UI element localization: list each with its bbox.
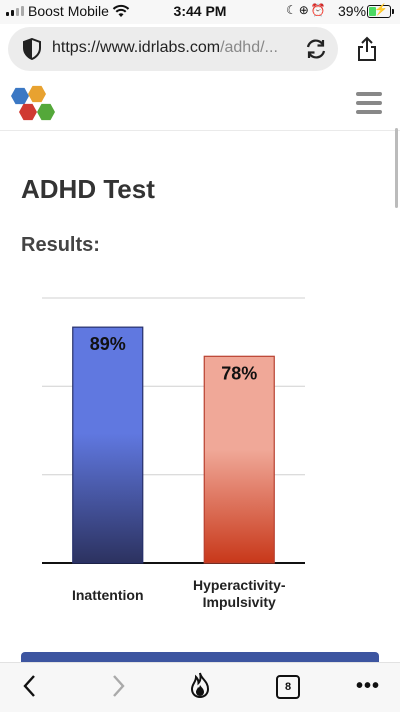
url-host: https://www.idrlabs.com	[52, 39, 221, 56]
bar-value-label: 89%	[90, 334, 126, 354]
flame-icon[interactable]	[188, 671, 212, 699]
results-heading: Results:	[21, 234, 100, 256]
url-path: /adhd/...	[220, 39, 278, 56]
hamburger-menu-icon[interactable]	[356, 92, 382, 119]
page-title: ADHD Test	[21, 174, 155, 204]
results-bar-chart: 89% Inattention 78% Hyperactivity-Impulsivi…	[42, 297, 305, 610]
battery-cap	[392, 9, 394, 14]
more-options-icon[interactable]: •••	[356, 675, 380, 698]
shield-icon[interactable]	[22, 38, 42, 60]
category-label: Inattention	[72, 587, 144, 603]
share-icon[interactable]	[356, 36, 378, 62]
site-header	[0, 78, 400, 131]
bar-value-label: 78%	[221, 363, 257, 383]
url-text[interactable]: https://www.idrlabs.com/adhd/...	[52, 39, 306, 57]
battery-percent: 39%	[338, 3, 367, 19]
scrollbar[interactable]	[395, 128, 398, 208]
moon-icon: ☾	[286, 3, 299, 17]
idrlabs-logo[interactable]	[10, 82, 60, 128]
category-label: Hyperactivity-	[193, 577, 286, 593]
forward-icon[interactable]	[108, 673, 128, 699]
lock-rotation-icon: ⊕	[298, 3, 311, 17]
tabs-button[interactable]: 8	[276, 675, 300, 699]
bar-1	[72, 326, 144, 564]
charging-icon: ⚡	[374, 4, 388, 16]
address-bar[interactable]: https://www.idrlabs.com/adhd/...	[8, 27, 338, 71]
battery-icon: ⚡	[367, 4, 391, 18]
reload-icon[interactable]	[304, 37, 328, 61]
back-icon[interactable]	[20, 673, 40, 699]
status-icons: ☾⊕⏰	[286, 3, 328, 17]
category-label: Impulsivity	[203, 594, 276, 610]
alarm-icon: ⏰	[310, 3, 328, 17]
bar-2	[203, 355, 275, 564]
browser-toolbar: 8 •••	[0, 662, 400, 712]
status-bar: Boost Mobile 3:44 PM ☾⊕⏰ 39% ⚡	[0, 0, 400, 24]
